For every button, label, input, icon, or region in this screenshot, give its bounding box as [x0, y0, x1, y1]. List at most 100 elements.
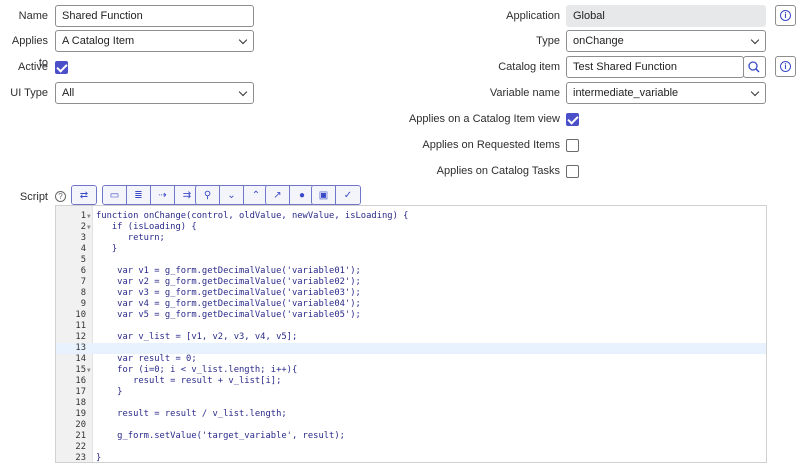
line-number: 15 [75, 365, 86, 375]
line-number: 2 [80, 222, 86, 232]
code-line[interactable]: 13 [56, 343, 766, 354]
code-text: } [96, 387, 123, 397]
code-text: result = result + v_list[i]; [96, 376, 282, 386]
code-line[interactable]: 18 [56, 398, 766, 409]
catalog-item-lookup-button[interactable] [743, 56, 766, 78]
applies-item-view-checkbox[interactable] [566, 113, 579, 126]
line-number: 7 [80, 277, 86, 287]
code-line[interactable]: 8 var v3 = g_form.getDecimalValue('varia… [56, 288, 766, 299]
search-icon [748, 61, 760, 73]
line-number: 6 [80, 266, 86, 276]
catalog-item-info-button[interactable]: i [775, 56, 796, 77]
code-text: for (i=0; i < v_list.length; i++){ [96, 365, 298, 375]
code-line[interactable]: 16 result = result + v_list[i]; [56, 376, 766, 387]
code-line[interactable]: 15 ▼ for (i=0; i < v_list.length; i++){ [56, 365, 766, 376]
script-editor[interactable]: 1 ▼ function onChange(control, oldValue, n… [55, 205, 767, 463]
active-checkbox[interactable] [55, 61, 68, 74]
application-info-button[interactable]: i [775, 5, 796, 26]
code-text: function onChange(control, oldValue, new… [96, 211, 409, 221]
line-number: 8 [80, 288, 86, 298]
code-line[interactable]: 5 [56, 255, 766, 266]
type-select[interactable]: onChange [566, 30, 766, 52]
code-line[interactable]: 6 var v1 = g_form.getDecimalValue('varia… [56, 266, 766, 277]
open-script-button[interactable]: ↗ [266, 186, 290, 204]
code-text: } [96, 453, 102, 463]
code-line[interactable]: 9 var v4 = g_form.getDecimalValue('varia… [56, 299, 766, 310]
line-number: 5 [80, 255, 86, 265]
applies-to-select[interactable]: A Catalog Item [55, 30, 254, 52]
line-number: 16 [75, 376, 86, 386]
applies-requested-checkbox[interactable] [566, 139, 579, 152]
applies-tasks-checkbox[interactable] [566, 165, 579, 178]
name-input[interactable]: Shared Function [55, 5, 254, 27]
code-line[interactable]: 7 var v2 = g_form.getDecimalValue('varia… [56, 277, 766, 288]
application-field: Global [566, 5, 766, 27]
line-number: 20 [75, 420, 86, 430]
code-text: return; [96, 233, 165, 243]
code-line[interactable]: 2 ▼ if (isLoading) { [56, 222, 766, 233]
code-text: var result = 0; [96, 354, 197, 364]
fullscreen-toggle-button[interactable]: ⇄ [72, 186, 96, 204]
code-text: var v5 = g_form.getDecimalValue('variabl… [96, 310, 361, 320]
applies-to-label: Applies to [11, 35, 48, 69]
line-number: 9 [80, 299, 86, 309]
code-line[interactable]: 23} [56, 453, 766, 463]
info-icon: i [780, 10, 791, 21]
code-line[interactable]: 12 var v_list = [v1, v2, v3, v4, v5]; [56, 332, 766, 343]
name-label: Name [18, 10, 48, 22]
active-label: Active [18, 61, 48, 73]
code-line[interactable]: 22 [56, 442, 766, 453]
line-number: 23 [75, 453, 86, 463]
variable-name-select[interactable]: intermediate_variable [566, 82, 766, 104]
code-line[interactable]: 17 } [56, 387, 766, 398]
applies-item-view-label: Applies on a Catalog Item view [408, 113, 560, 125]
code-text: if (isLoading) { [96, 222, 197, 232]
code-line[interactable]: 10 var v5 = g_form.getDecimalValue('vari… [56, 310, 766, 321]
fold-arrow-icon[interactable]: ▼ [87, 222, 91, 233]
code-text: var v2 = g_form.getDecimalValue('variabl… [96, 277, 361, 287]
line-number: 12 [75, 332, 86, 342]
catalog-item-input[interactable]: Test Shared Function [566, 56, 744, 78]
code-line[interactable]: 14 var result = 0; [56, 354, 766, 365]
applies-requested-label: Applies on Requested Items [422, 139, 560, 151]
code-text: g_form.setValue('target_variable', resul… [96, 431, 345, 441]
script-label: Script [19, 191, 48, 203]
fold-arrow-icon[interactable]: ▼ [87, 211, 91, 222]
line-number: 3 [80, 233, 86, 243]
code-text: } [96, 244, 118, 254]
line-number: 4 [80, 244, 86, 254]
code-text: result = result / v_list.length; [96, 409, 287, 419]
code-line[interactable]: 1 ▼ function onChange(control, oldValue, n… [56, 211, 766, 222]
code-text: var v1 = g_form.getDecimalValue('variabl… [96, 266, 361, 276]
syntax-check-button[interactable]: ✓ [336, 186, 360, 204]
code-line[interactable]: 21 g_form.setValue('target_variable', re… [56, 431, 766, 442]
line-number: 19 [75, 409, 86, 419]
line-number: 14 [75, 354, 86, 364]
code-line[interactable]: 4 } [56, 244, 766, 255]
search-button[interactable]: ⚲ [196, 186, 220, 204]
replace-button[interactable]: ⇢ [151, 186, 175, 204]
ui-type-label: UI Type [10, 87, 48, 99]
application-label: Application [506, 10, 560, 22]
info-icon: i [780, 61, 791, 72]
save-button[interactable]: ▣ [312, 186, 336, 204]
catalog-item-label: Catalog item [498, 61, 560, 73]
fold-arrow-icon[interactable]: ▼ [87, 365, 91, 376]
code-line[interactable]: 11 [56, 321, 766, 332]
format-button[interactable]: ≣ [127, 186, 151, 204]
code-line[interactable]: 19 result = result / v_list.length; [56, 409, 766, 420]
line-number: 13 [75, 343, 86, 353]
variable-name-label: Variable name [489, 87, 560, 99]
line-number: 11 [75, 321, 86, 331]
line-number: 21 [75, 431, 86, 441]
line-number: 18 [75, 398, 86, 408]
code-text: var v4 = g_form.getDecimalValue('variabl… [96, 299, 361, 309]
comment-button[interactable]: ▭ [103, 186, 127, 204]
ui-type-select[interactable]: All [55, 82, 254, 104]
help-icon[interactable]: ? [55, 191, 66, 202]
find-next-button[interactable]: ⌄ [220, 186, 244, 204]
code-line[interactable]: 3 return; [56, 233, 766, 244]
type-label: Type [536, 35, 560, 47]
code-line[interactable]: 20 [56, 420, 766, 431]
line-number: 17 [75, 387, 86, 397]
